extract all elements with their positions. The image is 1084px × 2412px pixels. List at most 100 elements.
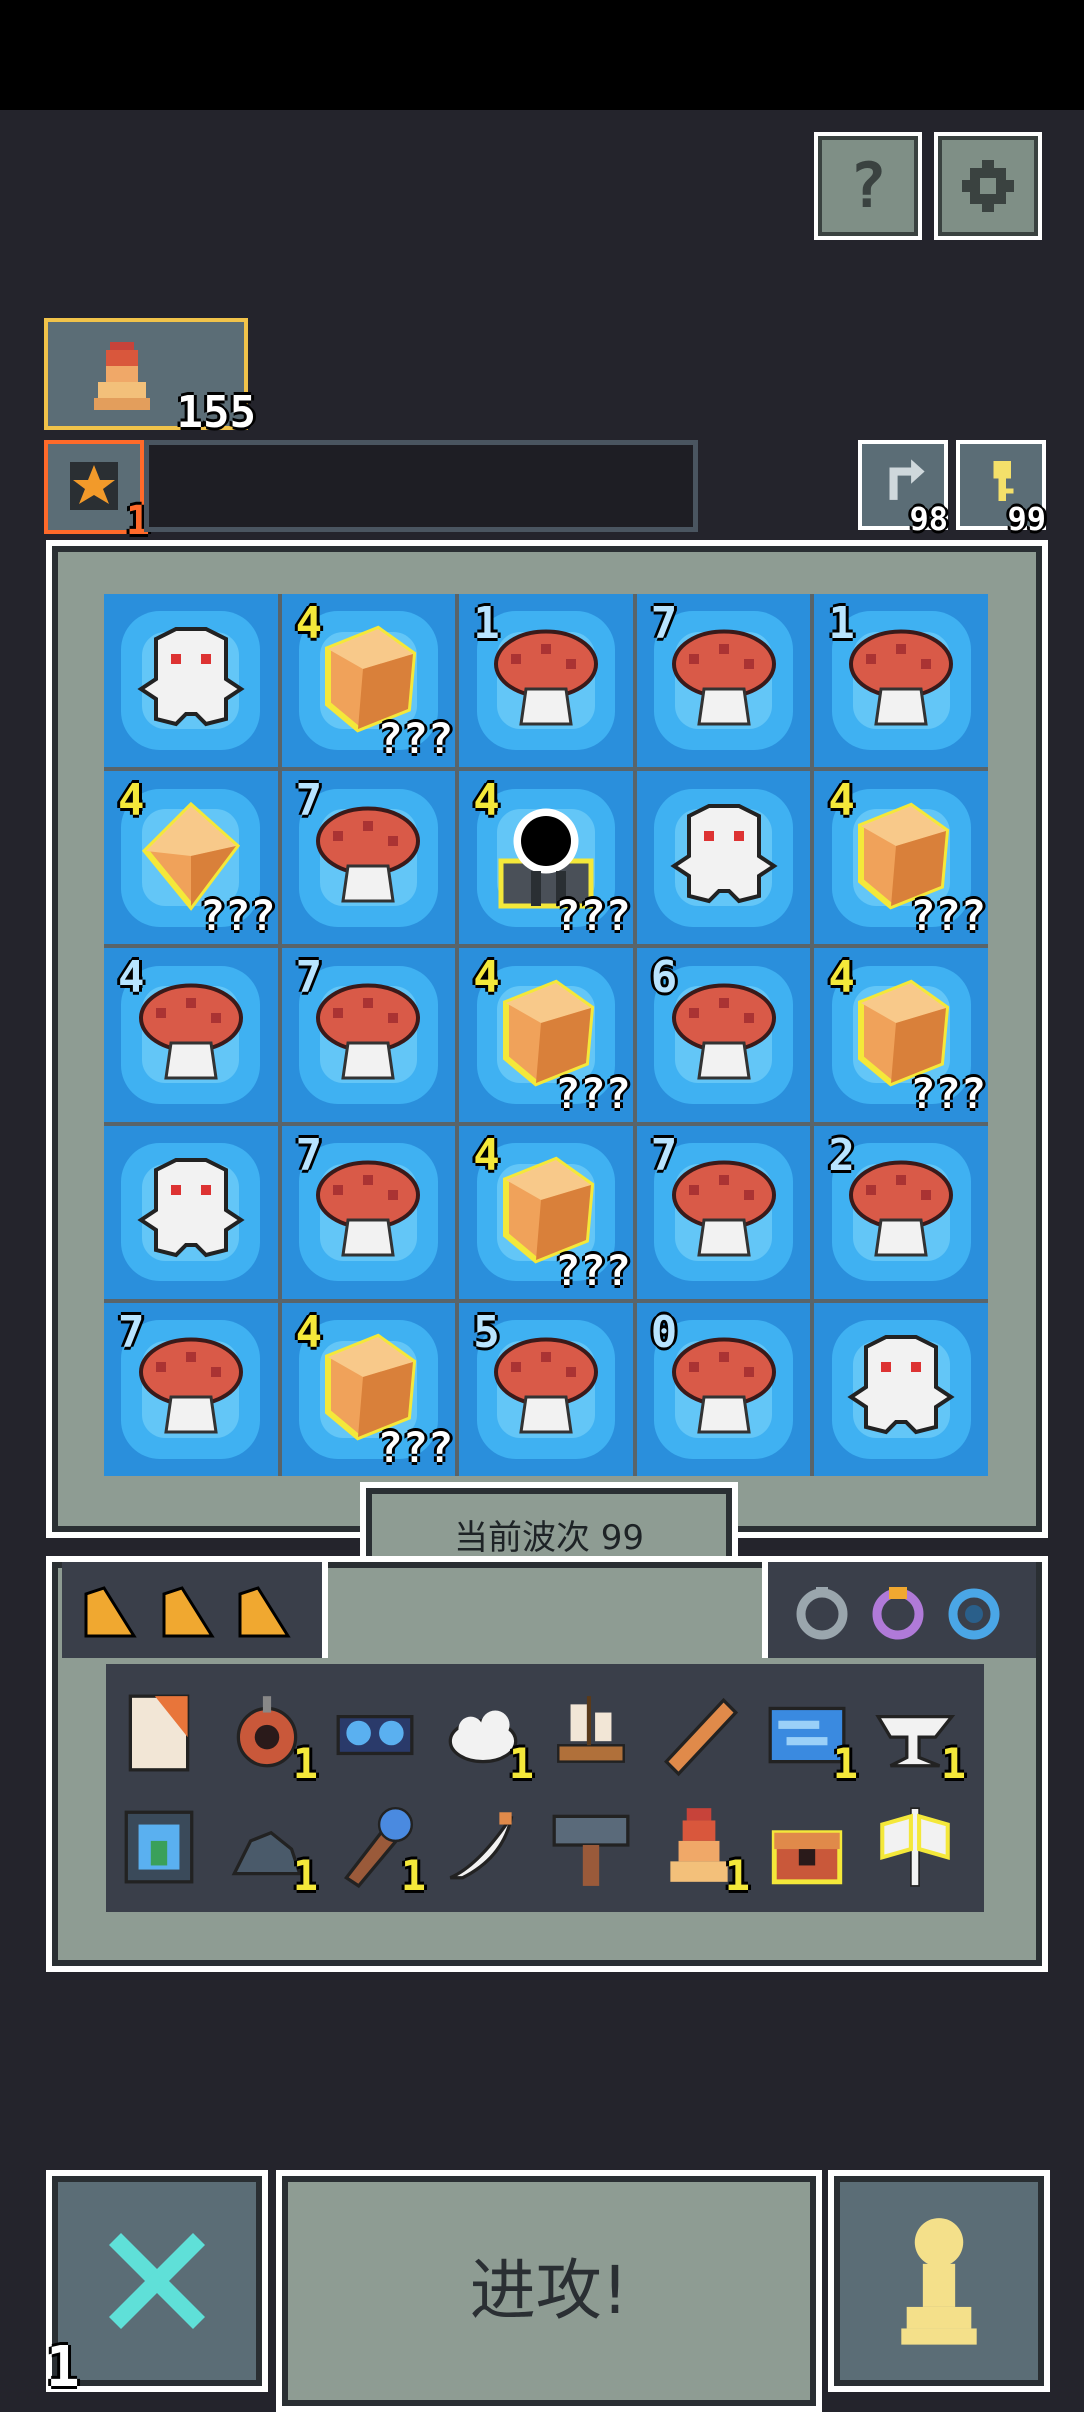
board-cell[interactable]: 7 [104, 1302, 278, 1476]
pawn-icon [901, 2218, 977, 2345]
inventory-item[interactable] [654, 1688, 744, 1778]
board-cell[interactable]: 4 [104, 948, 278, 1122]
inventory-item[interactable]: 1 [762, 1688, 858, 1788]
cell-level: 7 [295, 952, 323, 1004]
key-button[interactable]: 99 [956, 440, 1046, 538]
board-cell[interactable]: 6 [636, 948, 811, 1122]
mushroom-icon [131, 1327, 251, 1451]
cell-level: 7 [295, 775, 323, 827]
ghost-icon [131, 619, 251, 743]
inventory-item[interactable]: 1 [222, 1688, 318, 1788]
inventory-item[interactable]: 1 [438, 1688, 534, 1788]
board-cell[interactable]: 1 [814, 594, 988, 768]
inventory-item[interactable] [330, 1688, 420, 1778]
wedge-icon [162, 1586, 215, 1638]
cell-level: 4 [118, 775, 145, 827]
inventory-item[interactable] [870, 1800, 960, 1890]
feather-icon [438, 1800, 528, 1894]
inventory-item[interactable]: 1 [222, 1800, 318, 1900]
inventory-item[interactable]: 1 [654, 1800, 750, 1900]
item-count: 1 [832, 1739, 858, 1788]
inventory-item[interactable] [762, 1800, 852, 1890]
cancel-count: 1 [46, 2335, 80, 2400]
scroll-icon [114, 1688, 204, 1782]
hero-icon [94, 342, 150, 410]
board-cell[interactable]: 5 [459, 1302, 633, 1476]
filter-ring-purple[interactable] [868, 1584, 928, 1644]
mushroom-icon [664, 973, 784, 1097]
frame-icon [114, 1800, 204, 1894]
board-cell[interactable] [636, 771, 811, 945]
filter-ring-gray[interactable] [792, 1584, 852, 1644]
reroll-button[interactable]: 98 [858, 440, 948, 538]
board-cell[interactable]: 4??? [281, 1302, 456, 1476]
board-cell[interactable]: 7 [281, 1125, 456, 1299]
attack-button[interactable]: 进攻! [276, 2170, 822, 2412]
tab-weapons[interactable] [80, 1582, 140, 1642]
cancel-button[interactable]: 1 [46, 2170, 268, 2400]
hero-select-button[interactable] [828, 2170, 1050, 2392]
hero-portrait[interactable]: 155 [44, 318, 256, 438]
ghost-icon [841, 1327, 961, 1451]
board-cell[interactable]: 7 [636, 594, 811, 768]
cell-level: 4 [473, 952, 500, 1004]
board-cell[interactable]: 7 [281, 948, 456, 1122]
cell-level: 0 [650, 1306, 678, 1358]
hero-count: 155 [176, 387, 256, 438]
settings-button[interactable] [934, 132, 1042, 240]
ghost-icon [131, 1150, 251, 1274]
board-cell[interactable] [814, 1302, 988, 1476]
wedge-icon [84, 1586, 137, 1638]
board-cell[interactable]: 4??? [104, 771, 278, 945]
board-cell[interactable] [104, 594, 278, 768]
inventory-item[interactable] [546, 1688, 636, 1778]
help-button[interactable]: ? [814, 132, 922, 240]
star-badge-icon [70, 462, 118, 510]
mushroom-icon [664, 619, 784, 743]
inventory-items: 1 1 1 1 1 1 1 [106, 1664, 984, 1912]
item-count: 1 [508, 1739, 534, 1788]
board-cell[interactable]: 4??? [814, 771, 988, 945]
mushroom-icon [308, 796, 428, 920]
board-cell[interactable]: 4??? [459, 948, 633, 1122]
board-cell[interactable]: 2 [814, 1125, 988, 1299]
board-cell[interactable]: 4??? [459, 771, 633, 945]
filter-ring-blue[interactable] [944, 1584, 1004, 1644]
board-cell[interactable]: 7 [281, 771, 456, 945]
tab-relics[interactable] [234, 1582, 294, 1642]
cell-level: 4 [828, 952, 855, 1004]
inventory-item[interactable]: 1 [330, 1800, 426, 1900]
cell-level: 7 [295, 1129, 323, 1181]
board-cell[interactable]: 0 [636, 1302, 811, 1476]
board-cell[interactable]: 4??? [814, 948, 988, 1122]
board-cell[interactable] [104, 1125, 278, 1299]
board-cell[interactable]: 7 [636, 1125, 811, 1299]
mushroom-icon [308, 973, 428, 1097]
cell-unknown-label: ??? [554, 891, 631, 941]
board-cell[interactable]: 4??? [281, 594, 456, 768]
inventory-item[interactable] [438, 1800, 528, 1890]
inventory-item[interactable]: 1 [870, 1688, 966, 1788]
cell-level: 4 [295, 598, 323, 649]
board-cell[interactable]: 4??? [459, 1125, 633, 1299]
item-count: 1 [400, 1851, 426, 1900]
inventory-item[interactable] [546, 1800, 636, 1890]
status-bar [0, 0, 1084, 110]
cell-level: 4 [473, 1129, 500, 1181]
cell-level: 7 [118, 1306, 145, 1358]
mushroom-icon [841, 619, 961, 743]
cell-level: 4 [295, 1306, 323, 1358]
inventory-item[interactable] [114, 1800, 204, 1890]
cell-unknown-label: ??? [377, 1422, 454, 1472]
item-count: 1 [292, 1851, 318, 1900]
cell-level: 7 [650, 1129, 678, 1181]
inventory-item[interactable] [114, 1688, 204, 1778]
cell-unknown-label: ??? [910, 891, 986, 941]
board-cell[interactable]: 1 [459, 594, 633, 768]
tab-armor[interactable] [158, 1582, 218, 1642]
mushroom-icon [308, 1150, 428, 1274]
cell-level: 1 [473, 598, 500, 649]
perk-slot[interactable]: 1 [44, 440, 150, 544]
key-count: 99 [1007, 500, 1046, 538]
ring-gray-icon [796, 1587, 848, 1640]
